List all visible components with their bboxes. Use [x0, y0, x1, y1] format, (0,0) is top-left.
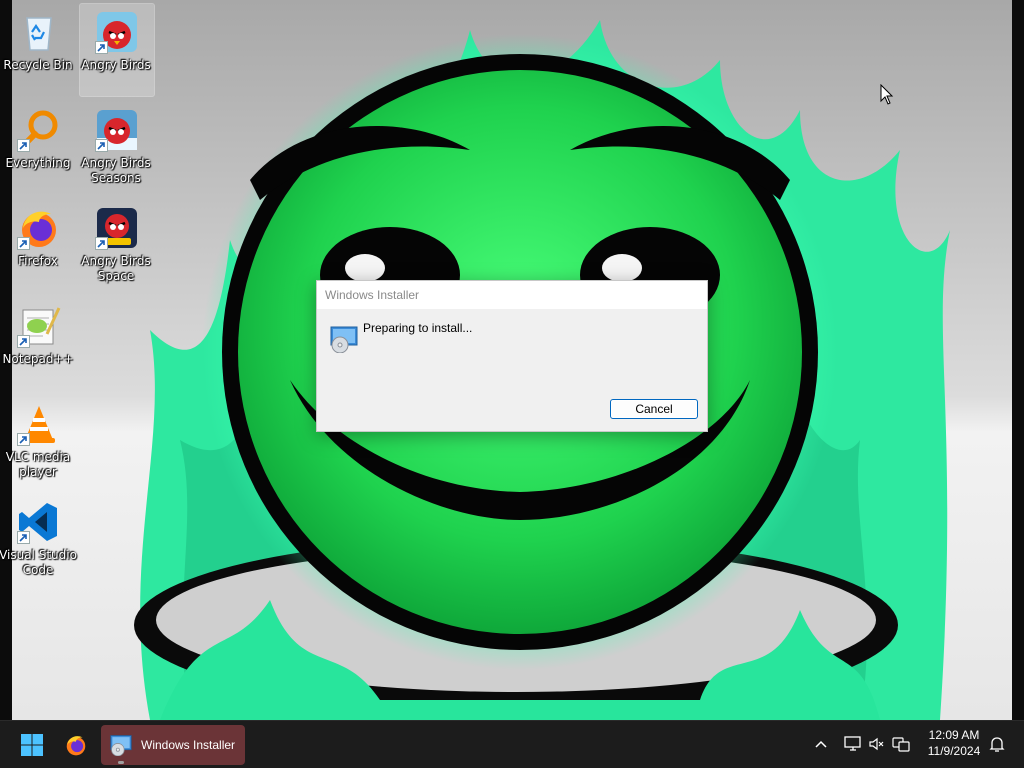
dialog-message: Preparing to install... [363, 321, 473, 335]
recycle-bin-icon [17, 10, 61, 54]
desktop[interactable]: Recycle Bin Angry Birds Everything Angry… [0, 0, 1024, 720]
system-clock[interactable]: 12:09 AM 11/9/2024 [918, 727, 990, 759]
shortcut-arrow-icon [17, 237, 30, 250]
desktop-icon-angry-birds[interactable]: Angry Birds [79, 3, 155, 97]
dialog-body: Preparing to install... Cancel [317, 309, 707, 431]
shortcut-arrow-icon [95, 139, 108, 152]
desktop-icon-label: Visual Studio Code [0, 548, 77, 577]
desktop-icon-label: VLC media player [5, 450, 71, 479]
dialog-title: Windows Installer [325, 288, 420, 302]
active-indicator [118, 761, 124, 764]
cancel-button[interactable]: Cancel [610, 399, 698, 419]
shortcut-arrow-icon [17, 139, 30, 152]
shortcut-arrow-icon [17, 335, 30, 348]
start-button[interactable] [12, 725, 52, 765]
clock-time: 12:09 AM [928, 728, 980, 742]
everything-search-icon [17, 108, 61, 152]
desktop-icon-angry-birds-seasons[interactable]: Angry Birds Seasons [80, 102, 154, 194]
desktop-icon-label: Recycle Bin [3, 58, 73, 72]
desktop-icon-label: Angry Birds [81, 58, 151, 72]
desktop-icon-label: Angry Birds Space [81, 254, 151, 283]
taskbar-window-label: Windows Installer [141, 738, 236, 752]
desktop-icon-vlc[interactable]: VLC media player [2, 396, 76, 488]
desktop-icon-label: Firefox [18, 254, 58, 268]
windows-logo-icon [21, 734, 43, 756]
shortcut-arrow-icon [95, 41, 108, 54]
volume-muted-icon[interactable] [866, 733, 888, 755]
shortcut-arrow-icon [17, 531, 30, 544]
show-hidden-icons-chevron-icon[interactable] [810, 733, 832, 755]
shortcut-arrow-icon [17, 433, 30, 446]
vlc-icon [17, 402, 61, 446]
shortcut-arrow-icon [95, 237, 108, 250]
clock-date: 11/9/2024 [927, 744, 981, 758]
taskbar-windows-installer-button[interactable]: Windows Installer [101, 725, 245, 765]
taskbar-firefox-button[interactable] [56, 725, 96, 765]
desktop-icon-notepad-plus-plus[interactable]: Notepad++ [2, 298, 76, 390]
desktop-icon-recycle-bin[interactable]: Recycle Bin [2, 4, 76, 96]
desktop-icon-label: Angry Birds Seasons [81, 156, 151, 185]
windows-installer-dialog[interactable]: Windows Installer Preparing to install..… [316, 280, 708, 432]
firefox-icon [17, 206, 61, 250]
notepad-plus-plus-icon [17, 304, 61, 348]
language-icon[interactable] [890, 733, 912, 755]
installer-disc-icon [330, 326, 358, 353]
angry-birds-icon [95, 10, 139, 54]
desktop-icon-label: Notepad++ [2, 352, 74, 366]
angry-birds-space-icon [95, 206, 139, 250]
dialog-titlebar[interactable]: Windows Installer [317, 281, 707, 309]
desktop-icon-firefox[interactable]: Firefox [2, 200, 76, 292]
vscode-icon [17, 500, 61, 544]
installer-disc-icon [110, 735, 132, 756]
desktop-icon-everything[interactable]: Everything [2, 102, 76, 194]
taskbar: Windows Installer 12:09 AM 11/9/2024 [0, 720, 1024, 768]
mouse-cursor-icon [880, 84, 894, 105]
firefox-icon [66, 736, 86, 756]
desktop-icon-vscode[interactable]: Visual Studio Code [0, 494, 77, 586]
notification-bell-icon[interactable] [986, 733, 1008, 755]
desktop-icon-label: Everything [5, 156, 71, 170]
angry-birds-seasons-icon [95, 108, 139, 152]
network-icon[interactable] [842, 733, 864, 755]
desktop-icon-angry-birds-space[interactable]: Angry Birds Space [80, 200, 154, 292]
